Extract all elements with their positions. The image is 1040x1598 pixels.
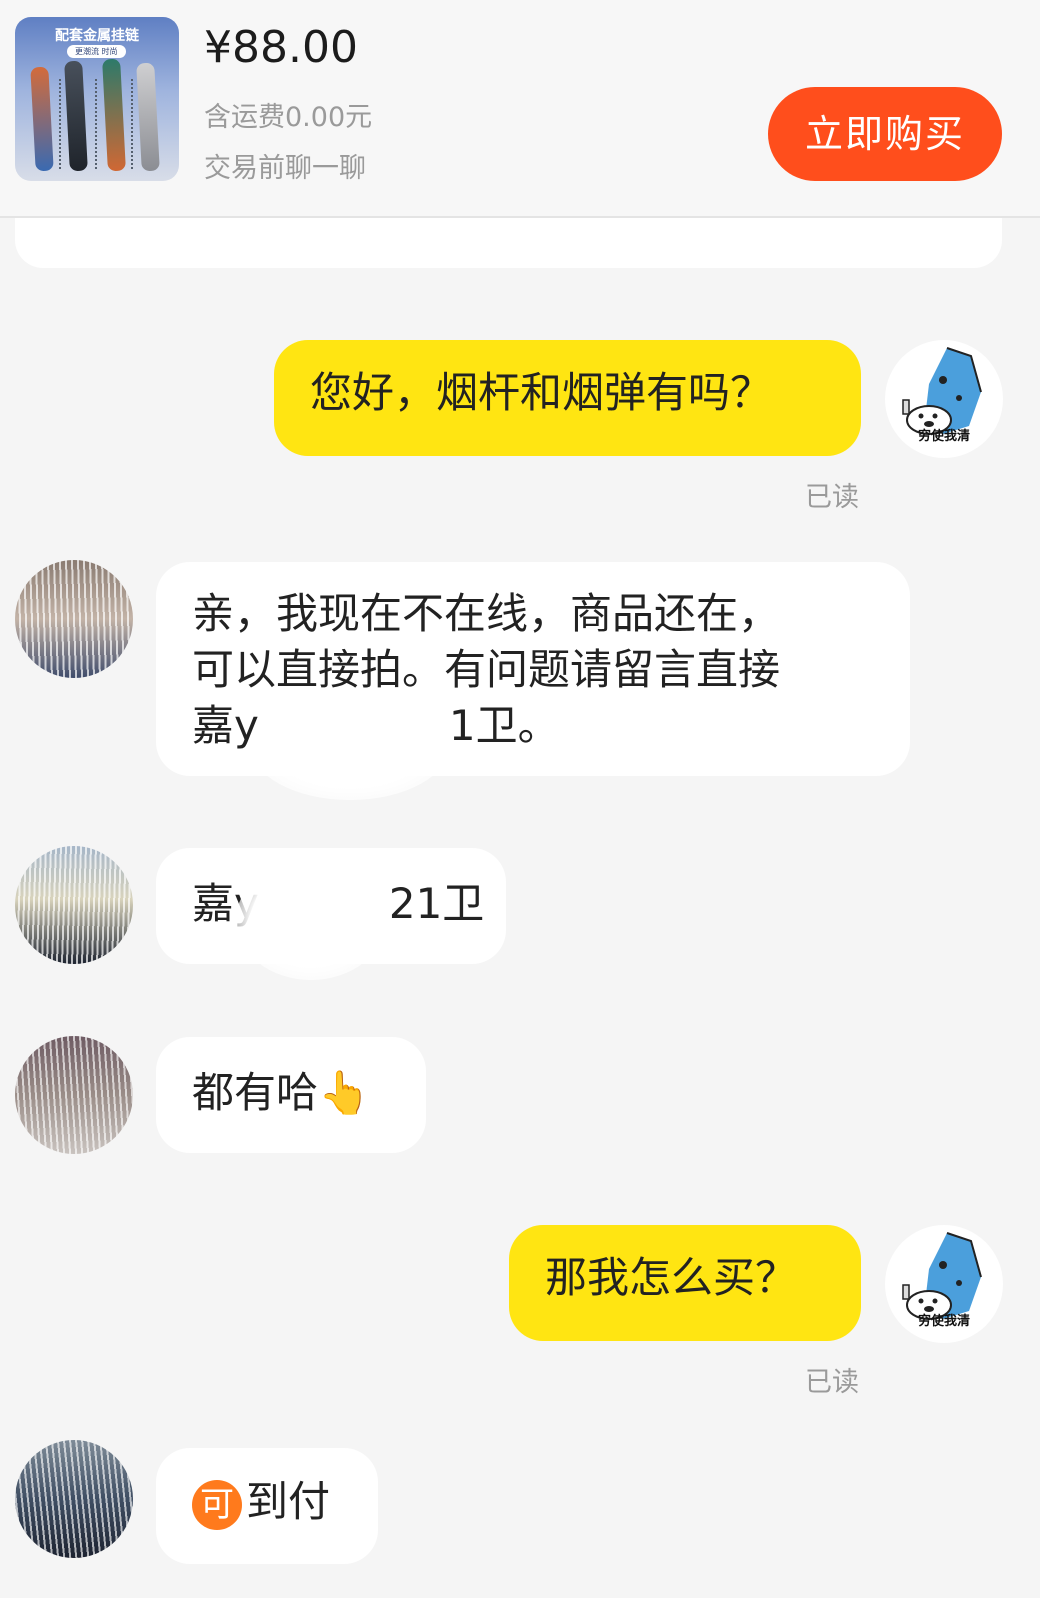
redacted-contact-start: 嘉y bbox=[192, 701, 259, 750]
thumbnail-banner-text: 配套金属挂链 bbox=[55, 28, 139, 44]
redaction-scribble bbox=[236, 860, 386, 980]
chain-decoration bbox=[131, 79, 135, 169]
message-text: 到付 bbox=[246, 1477, 331, 1526]
message-text-line: 可以直接拍。有问题请留言直接 bbox=[192, 645, 781, 694]
my-avatar[interactable]: 穷使我清 bbox=[885, 1225, 1003, 1343]
message-text-line: 亲，我现在不在线，商品还在， bbox=[192, 589, 781, 638]
message-bubble-incoming[interactable]: 可到付 bbox=[156, 1448, 378, 1564]
product-header: 配套金属挂链 更潮流 时尚 ¥88.00 含运费0.00元 交易前聊一聊 立即购… bbox=[0, 0, 1040, 218]
avatar-caption: 穷使我清 bbox=[917, 1314, 970, 1329]
shipping-fee: 含运费0.00元 bbox=[204, 102, 373, 133]
product-thumbnail[interactable]: 配套金属挂链 更潮流 时尚 bbox=[15, 17, 179, 181]
chain-decoration bbox=[59, 79, 63, 169]
buy-now-button[interactable]: 立即购买 bbox=[768, 87, 1002, 181]
vape-pen-image bbox=[30, 66, 54, 172]
thumbnail-tag: 更潮流 时尚 bbox=[67, 45, 126, 58]
message-text: 都有哈 bbox=[192, 1068, 319, 1117]
redacted-contact-end: 21卫 bbox=[388, 879, 485, 928]
read-status: 已读 bbox=[805, 1367, 859, 1398]
product-price: ¥88.00 bbox=[204, 22, 358, 73]
vape-pen-image bbox=[64, 60, 88, 172]
seller-avatar[interactable] bbox=[15, 560, 133, 678]
redacted-contact-end: 1卫。 bbox=[448, 701, 560, 750]
card-remnant bbox=[15, 218, 1002, 268]
message-bubble-outgoing[interactable]: 您好，烟杆和烟弹有吗？ bbox=[274, 340, 861, 456]
redaction-scribble bbox=[250, 690, 450, 800]
message-bubble-outgoing[interactable]: 那我怎么买？ bbox=[509, 1225, 861, 1341]
seller-avatar[interactable] bbox=[15, 1036, 133, 1154]
vape-pen-image bbox=[102, 58, 126, 172]
message-bubble-incoming[interactable]: 都有哈👆 bbox=[156, 1037, 426, 1153]
message-text: 那我怎么买？ bbox=[545, 1253, 798, 1302]
chat-hint: 交易前聊一聊 bbox=[204, 153, 366, 184]
chain-decoration bbox=[95, 79, 99, 169]
my-avatar[interactable]: 穷使我清 bbox=[885, 340, 1003, 458]
vape-pen-image bbox=[136, 62, 160, 172]
read-status: 已读 bbox=[805, 482, 859, 513]
message-text: 您好，烟杆和烟弹有吗？ bbox=[310, 368, 773, 417]
seller-avatar[interactable] bbox=[15, 846, 133, 964]
seller-avatar[interactable] bbox=[15, 1440, 133, 1558]
can-badge-icon: 可 bbox=[192, 1479, 242, 1530]
pointing-up-icon: 👆 bbox=[318, 1068, 371, 1117]
avatar-caption: 穷使我清 bbox=[917, 429, 970, 444]
